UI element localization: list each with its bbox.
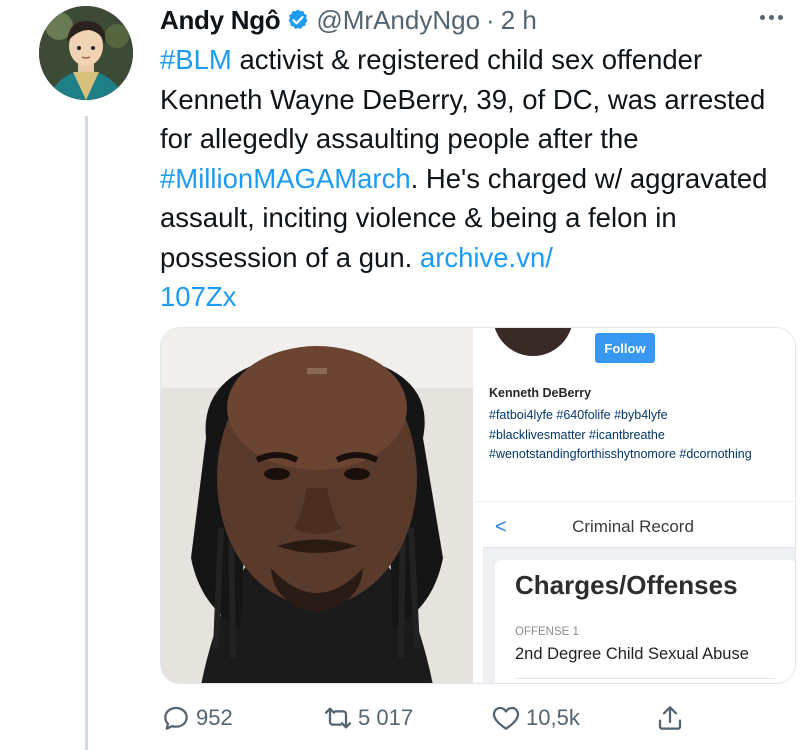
heart-icon [492,706,520,730]
criminal-record-title: Criminal Record [572,517,694,536]
mugshot-photo[interactable] [161,328,473,683]
retweet-icon [324,707,352,729]
instagram-profile-name: Kenneth DeBerry [489,386,592,400]
tweet-timestamp[interactable]: 2 h [501,5,537,36]
instagram-bio-line: #blacklivesmatter #icantbreathe [489,427,665,442]
instagram-stats-row [475,488,795,502]
author-handle[interactable]: @MrAndyNgo [316,5,480,36]
tweet-actions: 952 5 017 10,5k [160,700,800,740]
like-button[interactable]: 10,5k [490,700,580,736]
screenshot-photo[interactable]: Follow Kenneth DeBerry #fatboi4lyfe #640… [475,328,795,683]
retweet-count: 5 017 [358,705,414,730]
thread-connector-line [85,116,88,750]
instagram-profile-avatar [493,328,573,356]
instagram-bio-line: #fatboi4lyfe #640folife #byb4lyfe [489,408,668,422]
offense-label: OFFENSE 1 [515,626,579,638]
card-divider [515,678,775,683]
reply-icon [164,706,188,730]
author-name[interactable]: Andy Ngô [160,5,281,36]
avatar-illustration [39,6,133,100]
tweet-media[interactable]: Follow Kenneth DeBerry #fatboi4lyfe #640… [160,327,796,684]
reply-button[interactable]: 952 [160,700,233,736]
separator-dot: · [486,4,495,35]
mugshot-illustration [161,328,473,683]
share-icon [658,706,682,730]
tweet-text: #BLM activist & registered child sex off… [160,40,795,317]
share-button[interactable] [654,700,690,736]
charges-card: Charges/Offenses OFFENSE 1 2nd Degree Ch… [495,560,795,683]
tweet-link[interactable]: #MillionMAGAMarch [160,163,411,194]
tweet-header: Andy Ngô @MrAndyNgo · 2 h [160,0,800,40]
offense-value: 2nd Degree Child Sexual Abuse [515,645,749,663]
reply-count: 952 [196,705,233,730]
instagram-follow-button: Follow [595,333,655,363]
more-options-icon[interactable] [754,2,788,32]
tweet-link[interactable]: #BLM [160,44,232,75]
tweet-text-segment: activist & registered child sex offender… [160,44,766,154]
like-count: 10,5k [526,705,580,730]
charges-heading: Charges/Offenses [515,570,738,600]
verified-badge-icon [288,9,308,29]
instagram-bio: #fatboi4lyfe #640folife #byb4lyfe #black… [489,406,795,465]
author-avatar[interactable] [39,6,133,100]
instagram-bio-line: #wenotstandingforthisshytnomore #dcornot… [489,447,752,461]
criminal-record-header: < Criminal Record [483,508,795,548]
retweet-button[interactable]: 5 017 [322,700,413,736]
